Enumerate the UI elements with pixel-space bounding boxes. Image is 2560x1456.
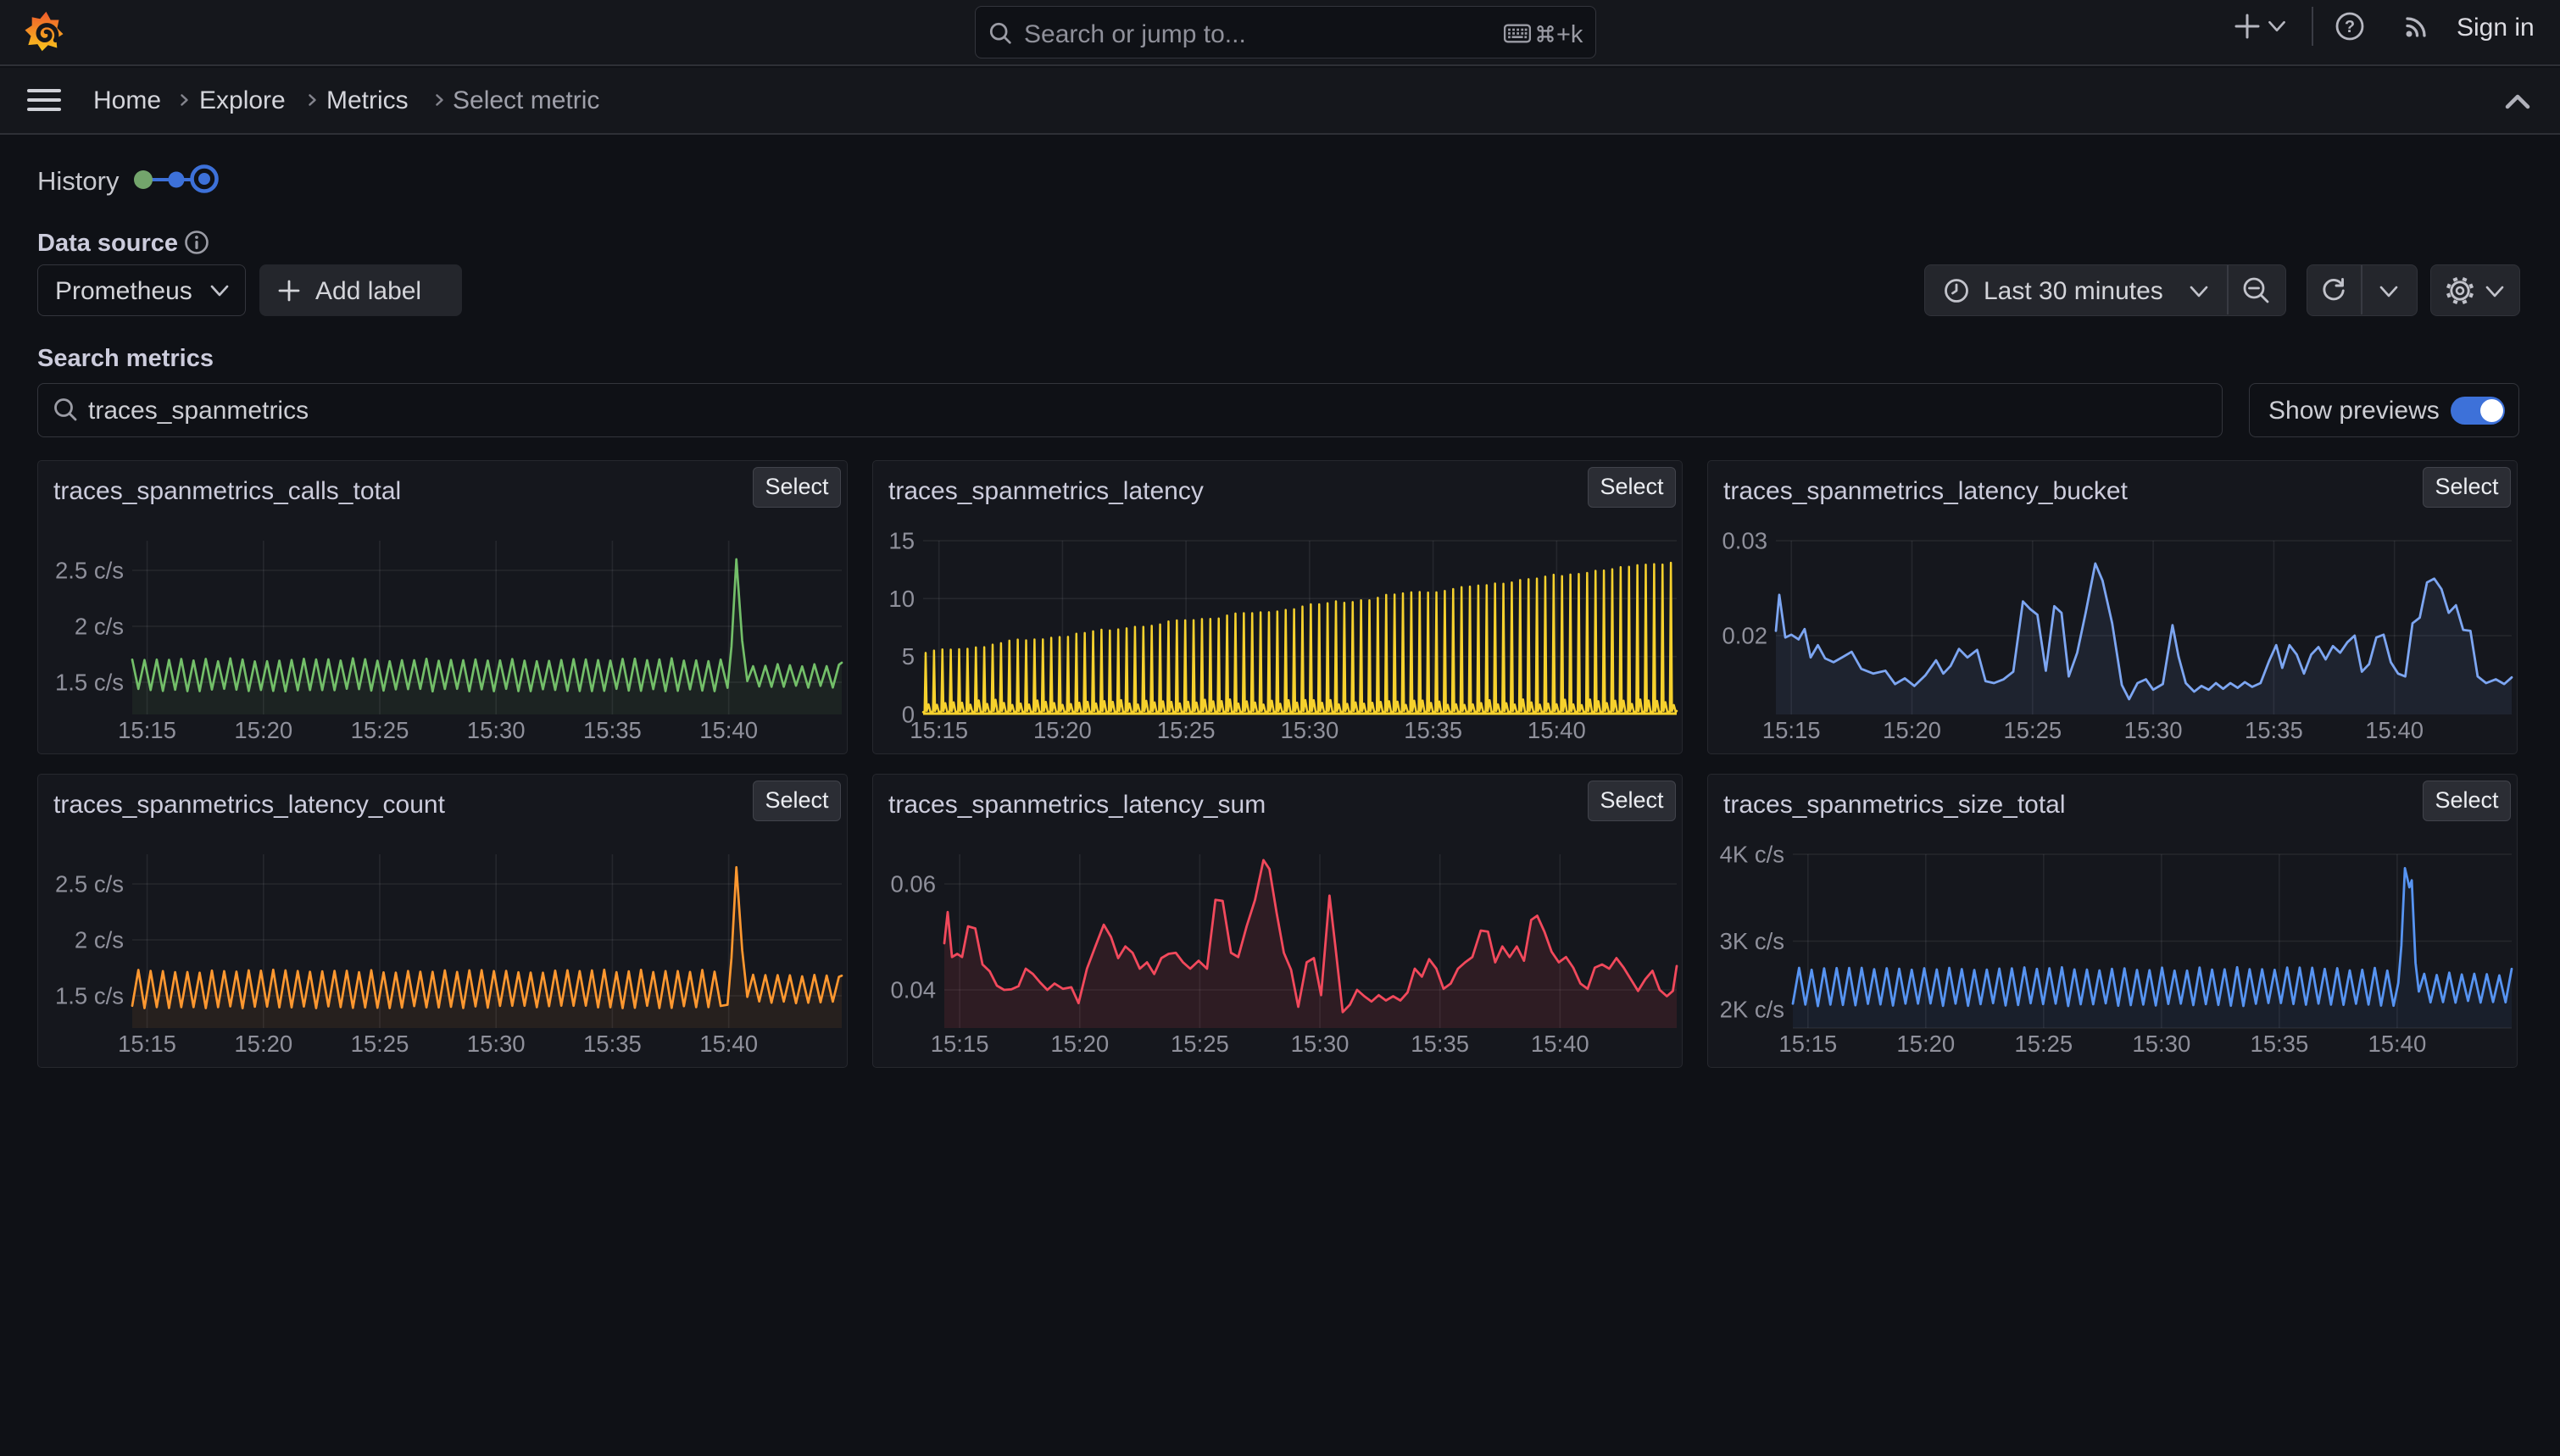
svg-text:15: 15 <box>888 528 915 554</box>
svg-text:3K c/s: 3K c/s <box>1720 928 1784 954</box>
svg-text:0.06: 0.06 <box>890 871 936 897</box>
svg-text:2.5 c/s: 2.5 c/s <box>55 871 124 897</box>
svg-text:15:35: 15:35 <box>1404 717 1462 743</box>
svg-text:1.5 c/s: 1.5 c/s <box>55 670 124 696</box>
svg-text:2K c/s: 2K c/s <box>1720 997 1784 1023</box>
svg-text:2 c/s: 2 c/s <box>75 614 124 640</box>
svg-text:?: ? <box>2345 18 2355 36</box>
svg-text:15:40: 15:40 <box>1531 1031 1589 1057</box>
svg-text:15:15: 15:15 <box>118 1031 176 1057</box>
svg-text:15:35: 15:35 <box>583 717 642 743</box>
svg-text:10: 10 <box>888 586 915 612</box>
svg-text:2 c/s: 2 c/s <box>75 927 124 953</box>
svg-text:15:15: 15:15 <box>1778 1031 1837 1057</box>
svg-text:15:35: 15:35 <box>2250 1031 2308 1057</box>
svg-text:15:20: 15:20 <box>1033 717 1092 743</box>
svg-text:15:25: 15:25 <box>2003 717 2062 743</box>
svg-text:15:40: 15:40 <box>2368 1031 2426 1057</box>
svg-text:15:25: 15:25 <box>351 1031 409 1057</box>
svg-text:5: 5 <box>902 643 915 670</box>
svg-text:15:30: 15:30 <box>2124 717 2183 743</box>
svg-text:15:15: 15:15 <box>118 717 176 743</box>
svg-text:15:40: 15:40 <box>1528 717 1586 743</box>
svg-text:15:35: 15:35 <box>583 1031 642 1057</box>
svg-text:15:30: 15:30 <box>2132 1031 2190 1057</box>
svg-text:15:20: 15:20 <box>234 1031 292 1057</box>
svg-text:15:20: 15:20 <box>1896 1031 1955 1057</box>
svg-text:0: 0 <box>902 702 915 728</box>
svg-text:0.02: 0.02 <box>1722 623 1767 649</box>
svg-text:15:15: 15:15 <box>931 1031 989 1057</box>
svg-text:15:25: 15:25 <box>2014 1031 2073 1057</box>
svg-text:15:15: 15:15 <box>1762 717 1821 743</box>
svg-text:4K c/s: 4K c/s <box>1720 842 1784 868</box>
svg-text:2.5 c/s: 2.5 c/s <box>55 558 124 584</box>
svg-text:0.03: 0.03 <box>1722 528 1767 554</box>
svg-text:0.04: 0.04 <box>890 977 936 1003</box>
svg-text:15:20: 15:20 <box>234 717 292 743</box>
svg-text:15:30: 15:30 <box>467 1031 526 1057</box>
svg-text:15:30: 15:30 <box>1291 1031 1350 1057</box>
svg-text:15:40: 15:40 <box>699 717 758 743</box>
svg-text:15:35: 15:35 <box>2245 717 2303 743</box>
svg-text:15:15: 15:15 <box>910 717 968 743</box>
svg-text:15:20: 15:20 <box>1883 717 1941 743</box>
svg-text:15:35: 15:35 <box>1411 1031 1469 1057</box>
svg-text:15:40: 15:40 <box>699 1031 758 1057</box>
svg-text:1.5 c/s: 1.5 c/s <box>55 983 124 1009</box>
svg-text:15:30: 15:30 <box>467 717 526 743</box>
svg-text:15:20: 15:20 <box>1050 1031 1109 1057</box>
svg-text:15:25: 15:25 <box>1171 1031 1229 1057</box>
svg-text:15:40: 15:40 <box>2365 717 2424 743</box>
svg-text:15:25: 15:25 <box>1157 717 1216 743</box>
svg-text:15:25: 15:25 <box>351 717 409 743</box>
svg-text:15:30: 15:30 <box>1280 717 1338 743</box>
